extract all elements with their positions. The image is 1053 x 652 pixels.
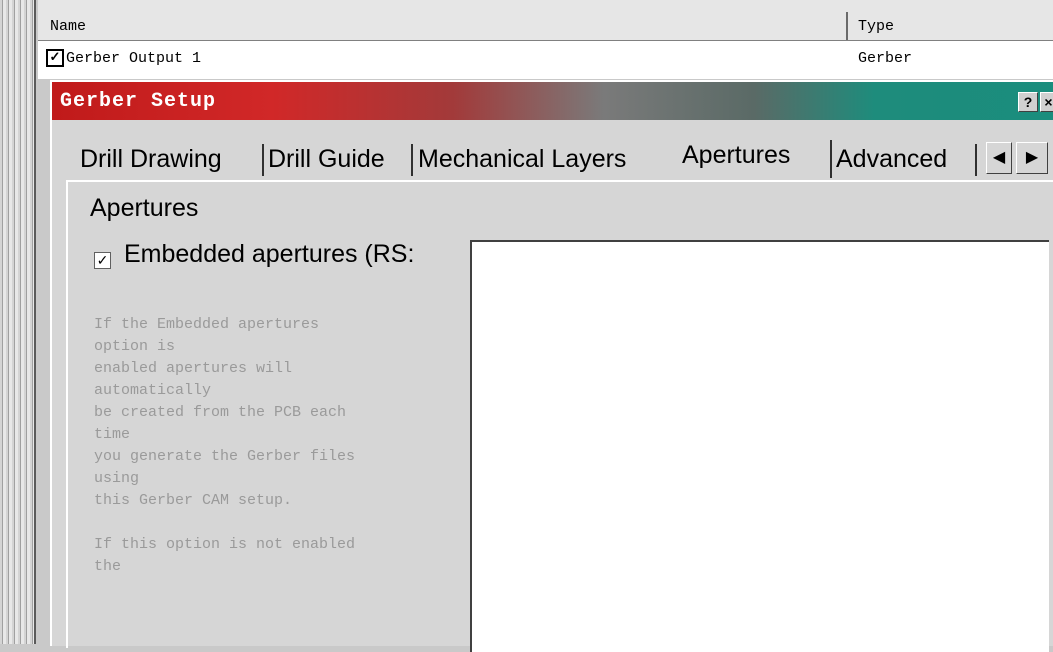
- apertures-list[interactable]: [470, 240, 1049, 652]
- output-name: Gerber Output 1: [66, 50, 202, 67]
- tab-advanced[interactable]: Advanced: [836, 140, 947, 178]
- tab-apertures[interactable]: Apertures: [682, 136, 790, 174]
- help-line: enabled apertures will: [94, 360, 293, 377]
- tab-divider: [975, 144, 977, 176]
- output-enabled-checkbox[interactable]: ✓: [46, 49, 64, 67]
- dialog-titlebar[interactable]: Gerber Setup ? ×: [52, 82, 1053, 120]
- window-left-edge: [0, 0, 36, 644]
- column-header-type[interactable]: Type: [858, 18, 894, 35]
- column-header-name[interactable]: Name: [50, 18, 86, 35]
- help-line: the: [94, 558, 122, 575]
- help-line: using: [94, 470, 140, 487]
- help-line: option is: [94, 338, 176, 355]
- help-line: this Gerber CAM setup.: [94, 492, 293, 509]
- help-line: time: [94, 426, 131, 443]
- help-line: be created from the PCB each: [94, 404, 347, 421]
- help-line: you generate the Gerber files: [94, 448, 356, 465]
- embedded-apertures-label[interactable]: Embedded apertures (RS:: [124, 240, 464, 269]
- tab-divider: [262, 144, 264, 176]
- embedded-apertures-checkbox[interactable]: ✓: [94, 252, 111, 269]
- right-arrow-icon[interactable]: ▶: [1016, 142, 1048, 174]
- help-text: If the Embedded apertures option is enab…: [94, 314, 424, 578]
- dialog-title: Gerber Setup: [60, 90, 217, 113]
- help-line: If the Embedded apertures: [94, 316, 320, 333]
- left-arrow-icon[interactable]: ◀: [986, 142, 1012, 174]
- output-type: Gerber: [858, 50, 913, 67]
- tab-divider: [830, 140, 832, 178]
- column-divider[interactable]: [846, 12, 848, 40]
- tab-mechanical-layers[interactable]: Mechanical Layers: [418, 140, 626, 178]
- tab-strip: Drill Drawing Drill Guide Mechanical Lay…: [72, 140, 1053, 182]
- close-button[interactable]: ×: [1040, 92, 1053, 112]
- apertures-panel: Apertures ✓ Embedded apertures (RS: If t…: [66, 180, 1053, 652]
- gerber-setup-dialog: Gerber Setup ? × Drill Drawing Drill Gui…: [50, 80, 1053, 652]
- list-item[interactable]: ✓ Gerber Output 1 Gerber: [38, 41, 1053, 79]
- section-title: Apertures: [90, 194, 199, 222]
- tab-divider: [411, 144, 413, 176]
- tab-drill-drawing[interactable]: Drill Drawing: [80, 140, 222, 178]
- help-line: If this option is not enabled: [94, 536, 356, 553]
- list-header: Name Type: [38, 0, 1053, 41]
- help-line: automatically: [94, 382, 212, 399]
- help-button[interactable]: ?: [1018, 92, 1038, 112]
- tab-drill-guide[interactable]: Drill Guide: [268, 140, 385, 178]
- help-spacer: [94, 512, 424, 534]
